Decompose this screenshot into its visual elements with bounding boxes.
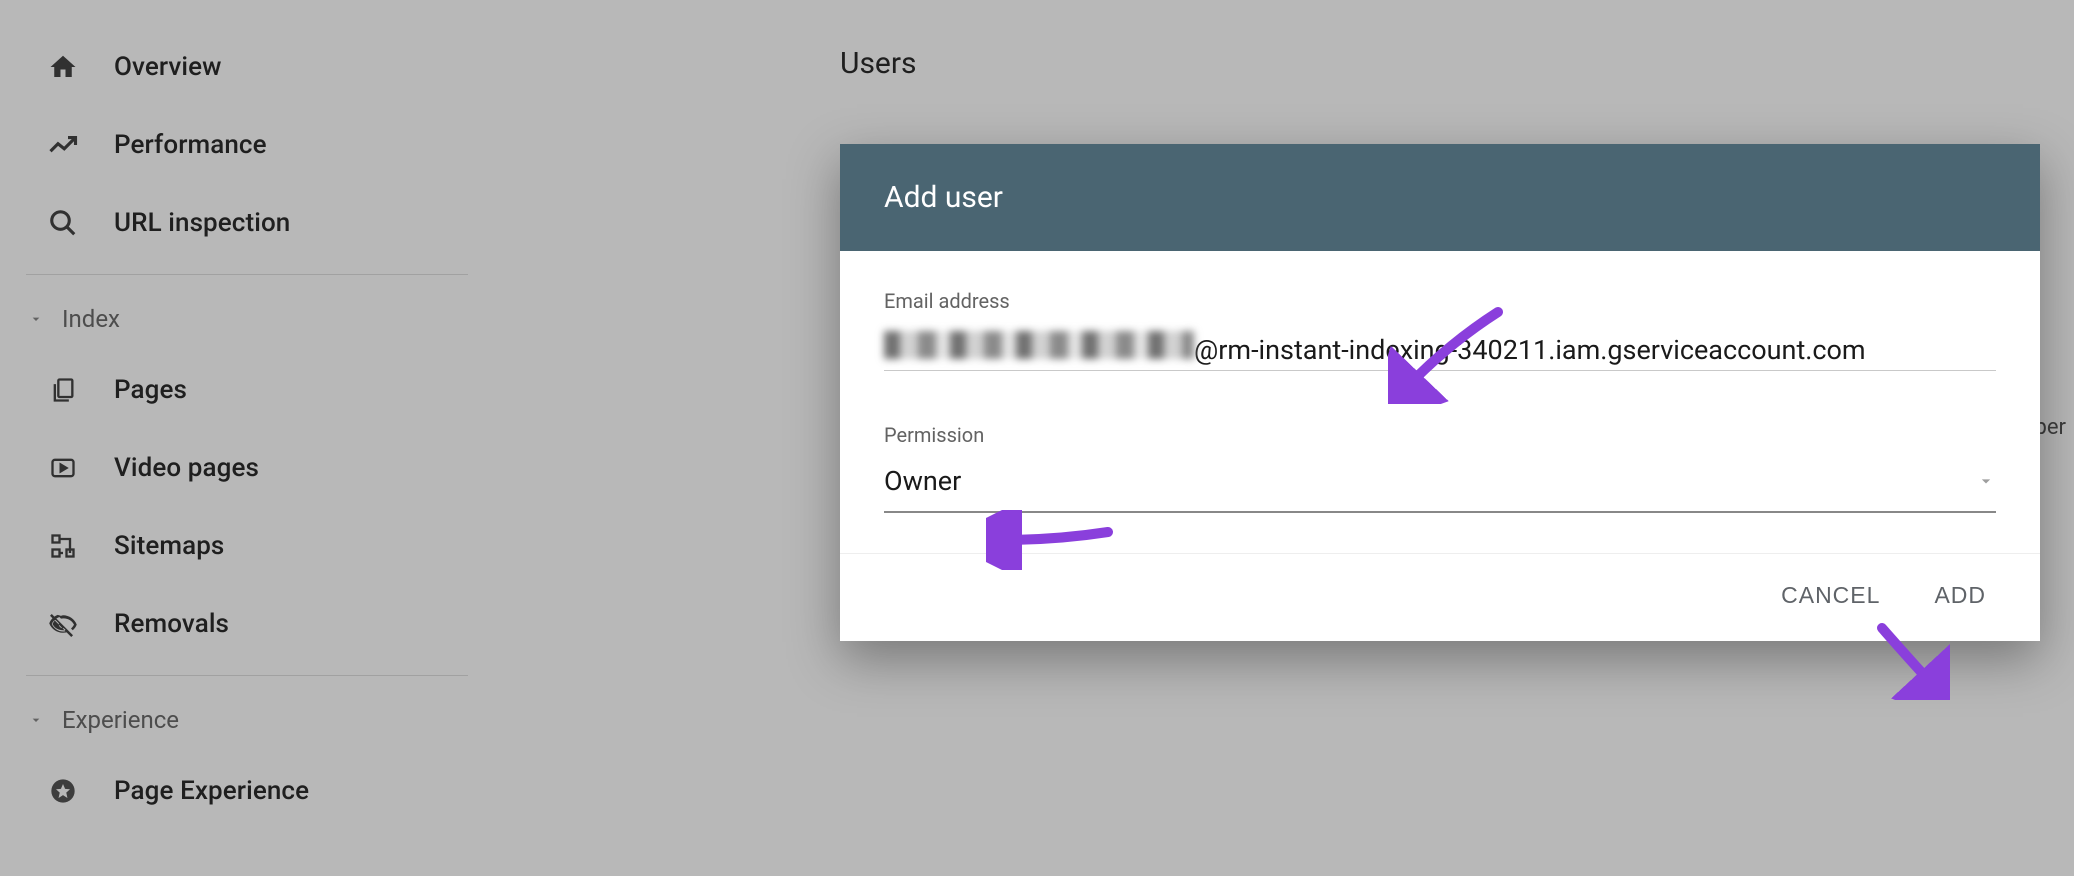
nav-label: Removals	[114, 609, 229, 639]
nav-sitemaps[interactable]: Sitemaps	[0, 507, 500, 585]
nav-label: Page Experience	[114, 776, 309, 806]
chevron-down-icon	[28, 712, 44, 728]
trailing-text: per	[2035, 415, 2074, 440]
star-icon	[48, 776, 78, 806]
email-label: Email address	[884, 289, 1996, 313]
redacted-text	[884, 331, 1194, 359]
removal-icon	[48, 609, 78, 639]
sidebar: Overview Performance URL inspection Inde…	[0, 0, 500, 876]
sitemap-icon	[48, 531, 78, 561]
nav-removals[interactable]: Removals	[0, 585, 500, 663]
modal-body: Email address @rm-instant-indexing-34021…	[840, 251, 2040, 513]
add-button[interactable]: ADD	[1934, 582, 1986, 609]
nav-page-experience[interactable]: Page Experience	[0, 752, 500, 830]
nav-performance[interactable]: Performance	[0, 106, 500, 184]
modal-footer: CANCEL ADD	[840, 553, 2040, 641]
add-user-modal: Add user Email address @rm-instant-index…	[840, 144, 2040, 641]
video-icon	[48, 453, 78, 483]
section-label: Experience	[62, 706, 179, 734]
nav-pages[interactable]: Pages	[0, 351, 500, 429]
divider	[26, 675, 468, 676]
nav-label: URL inspection	[114, 208, 290, 238]
section-experience[interactable]: Experience	[0, 688, 500, 752]
chevron-down-icon	[1976, 471, 1996, 491]
chevron-down-icon	[28, 311, 44, 327]
nav-url-inspection[interactable]: URL inspection	[0, 184, 500, 262]
nav-label: Performance	[114, 130, 267, 160]
page-title: Users	[840, 46, 917, 81]
permission-select[interactable]: Owner	[884, 465, 1996, 513]
pages-icon	[48, 375, 78, 405]
nav-label: Overview	[114, 52, 222, 82]
page-header: Users	[840, 46, 917, 81]
cancel-button[interactable]: CANCEL	[1781, 582, 1880, 609]
search-icon	[48, 208, 78, 238]
nav-label: Video pages	[114, 453, 259, 483]
nav-label: Sitemaps	[114, 531, 224, 561]
home-icon	[48, 52, 78, 82]
email-input[interactable]: @rm-instant-indexing-340211.iam.gservice…	[884, 331, 1996, 371]
email-value: @rm-instant-indexing-340211.iam.gservice…	[1194, 334, 1866, 366]
modal-title: Add user	[840, 144, 2040, 251]
nav-label: Pages	[114, 375, 187, 405]
divider	[26, 274, 468, 275]
section-label: Index	[62, 305, 120, 333]
section-index[interactable]: Index	[0, 287, 500, 351]
nav-video-pages[interactable]: Video pages	[0, 429, 500, 507]
nav-overview[interactable]: Overview	[0, 28, 500, 106]
trend-icon	[48, 130, 78, 160]
permission-value: Owner	[884, 465, 961, 497]
permission-label: Permission	[884, 423, 1996, 447]
